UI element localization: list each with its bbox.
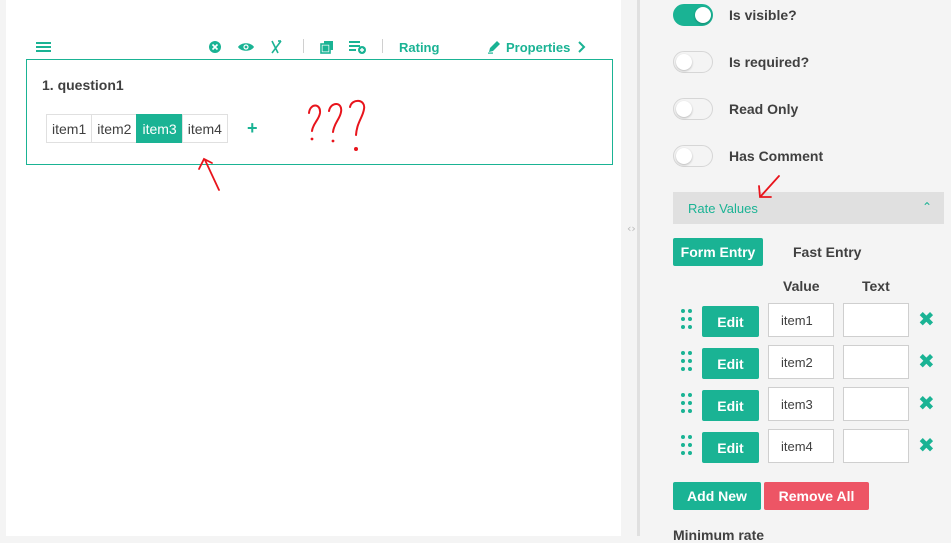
delete-row-icon[interactable]: ✖ (918, 393, 938, 413)
question-title[interactable]: 1. question1 (42, 77, 124, 93)
add-rate-item-button[interactable]: + (247, 118, 258, 139)
question-type-label: Rating (399, 39, 440, 55)
delete-row-icon[interactable]: ✖ (918, 435, 938, 455)
minimum-rate-label: Minimum rate (673, 527, 765, 543)
text-input[interactable] (843, 303, 909, 337)
panel-gap (621, 0, 637, 536)
delete-row-icon[interactable]: ✖ (918, 309, 938, 329)
rate-item[interactable]: item1 (46, 114, 93, 143)
delete-circle-icon[interactable] (208, 36, 222, 58)
hamburger-menu-icon[interactable] (36, 36, 51, 58)
column-header-value: Value (783, 278, 820, 294)
text-input[interactable] (843, 429, 909, 463)
rate-values-section-header[interactable]: Rate Values ⌃ (673, 192, 944, 224)
chevron-up-icon: ⌃ (921, 200, 932, 214)
question-card[interactable]: 1. question1 item1 item2 item3 item4 + (26, 59, 613, 165)
rating-items: item1 item2 item3 item4 (46, 114, 228, 143)
edit-button[interactable]: Edit (702, 306, 759, 337)
add-new-button[interactable]: Add New (673, 482, 761, 510)
column-header-text: Text (862, 278, 890, 294)
drag-handle-icon[interactable] (681, 393, 695, 415)
toggle-row-is-visible: Is visible? (673, 3, 797, 27)
is-visible-toggle[interactable] (673, 4, 713, 26)
toggle-row-read-only: Read Only (673, 97, 798, 121)
rate-item-selected[interactable]: item3 (136, 114, 183, 143)
has-comment-toggle[interactable] (673, 145, 713, 167)
drag-handle-icon[interactable] (681, 351, 695, 373)
add-to-toolbox-icon[interactable] (349, 36, 367, 58)
value-input[interactable]: item4 (768, 429, 834, 463)
rate-value-row: Edit item2 ✖ (673, 345, 951, 379)
rate-value-row: Edit item1 ✖ (673, 303, 951, 337)
value-input[interactable]: item2 (768, 345, 834, 379)
value-input[interactable]: item1 (768, 303, 834, 337)
toggle-row-has-comment: Has Comment (673, 144, 823, 168)
required-toggle-icon[interactable] (268, 36, 284, 58)
properties-label: Properties (506, 39, 571, 55)
rate-item[interactable]: item4 (181, 114, 228, 143)
rate-value-row: Edit item4 ✖ (673, 429, 951, 463)
eye-icon[interactable] (237, 36, 255, 58)
delete-row-icon[interactable]: ✖ (918, 351, 938, 371)
remove-all-button[interactable]: Remove All (764, 482, 869, 510)
edit-button[interactable]: Edit (702, 348, 759, 379)
drag-handle-icon[interactable] (681, 309, 695, 331)
text-input[interactable] (843, 387, 909, 421)
value-input[interactable]: item3 (768, 387, 834, 421)
tab-fast-entry[interactable]: Fast Entry (793, 238, 861, 266)
tab-form-entry[interactable]: Form Entry (673, 238, 763, 266)
toggle-label: Read Only (729, 101, 799, 117)
section-title: Rate Values (688, 201, 758, 216)
drag-handle-icon[interactable] (681, 435, 695, 457)
is-required-toggle[interactable] (673, 51, 713, 73)
chevron-right-icon (578, 41, 586, 53)
toolbar-separator (382, 39, 383, 53)
toggle-row-is-required: Is required? (673, 50, 809, 74)
edit-button[interactable]: Edit (702, 432, 759, 463)
rate-value-row: Edit item3 ✖ (673, 387, 951, 421)
toggle-label: Is visible? (729, 7, 797, 23)
text-input[interactable] (843, 345, 909, 379)
toggle-label: Has Comment (729, 148, 824, 164)
properties-button[interactable]: Properties (487, 36, 587, 58)
pencil-icon (488, 41, 500, 54)
copy-icon[interactable] (320, 36, 334, 58)
read-only-toggle[interactable] (673, 98, 713, 120)
edit-button[interactable]: Edit (702, 390, 759, 421)
question-type-dropdown[interactable]: Rating (399, 36, 439, 58)
rate-item[interactable]: item2 (91, 114, 138, 143)
designer-canvas: Rating Properties 1. question1 item1 ite… (6, 0, 621, 536)
properties-panel: Is visible? Is required? Read Only Has C… (640, 0, 951, 543)
question-toolbar: Rating Properties (36, 36, 596, 58)
toggle-label: Is required? (729, 54, 810, 70)
toolbar-separator (303, 39, 304, 53)
